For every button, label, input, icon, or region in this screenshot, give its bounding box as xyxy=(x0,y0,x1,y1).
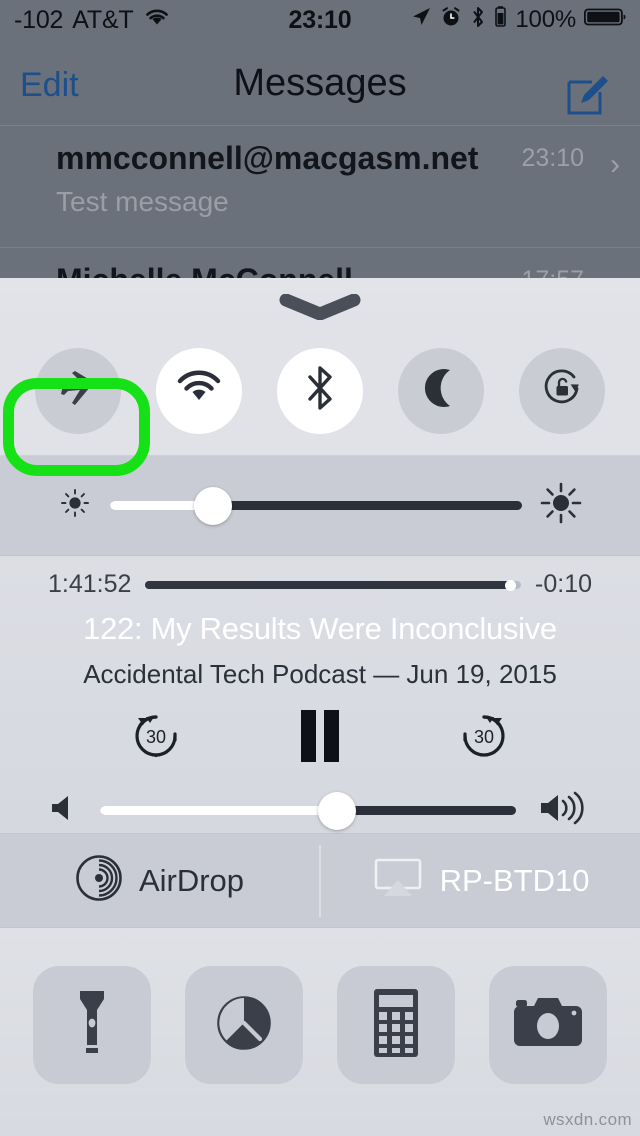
flashlight-icon xyxy=(64,987,120,1064)
airdrop-button[interactable]: AirDrop xyxy=(0,834,319,927)
skip-forward-30-icon[interactable]: 30 xyxy=(454,706,514,771)
table-row[interactable]: mmcconnell@macgasm.net Test message 23:1… xyxy=(0,126,640,248)
status-bar-right: 100% xyxy=(410,5,628,36)
now-playing-title: 122: My Results Were Inconclusive xyxy=(83,611,557,646)
volume-slider-knob[interactable] xyxy=(318,791,357,830)
chevron-right-icon: › xyxy=(610,148,620,181)
flashlight-shortcut[interactable] xyxy=(33,966,151,1084)
airplane-mode-toggle[interactable] xyxy=(35,347,122,434)
transport-controls: 30 30 xyxy=(0,706,640,771)
app-shortcuts-section xyxy=(0,928,640,1136)
playback-progress-fill xyxy=(145,580,510,589)
camera-shortcut[interactable] xyxy=(489,966,607,1084)
volume-slider[interactable] xyxy=(100,791,516,830)
skip-back-label: 30 xyxy=(146,727,166,747)
playback-progress-slider[interactable] xyxy=(145,579,522,591)
do-not-disturb-toggle[interactable] xyxy=(397,347,484,434)
volume-slider-fill xyxy=(100,806,338,815)
background-app-messages: -102 AT&T 23:10 100% Edit Messages mmcco… xyxy=(0,0,640,370)
conversation-sender: mmcconnell@macgasm.net xyxy=(56,140,479,176)
airplay-label: RP-BTD10 xyxy=(439,862,590,898)
pause-icon[interactable] xyxy=(294,707,346,770)
share-section: AirDrop RP-BTD10 xyxy=(0,834,640,928)
timer-icon xyxy=(211,990,277,1061)
phone-screen: -102 AT&T 23:10 100% Edit Messages mmcco… xyxy=(0,0,640,1136)
volume-high-icon xyxy=(538,789,592,832)
volume-low-icon xyxy=(48,791,78,830)
rotation-lock-icon xyxy=(539,365,585,416)
brightness-slider-knob[interactable] xyxy=(194,486,232,525)
airplay-button[interactable]: RP-BTD10 xyxy=(321,834,640,927)
brightness-section xyxy=(0,456,640,556)
compose-icon[interactable] xyxy=(564,70,612,123)
conversation-time: 23:10 xyxy=(521,144,584,172)
skip-back-30-icon[interactable]: 30 xyxy=(126,706,186,771)
toggles-section xyxy=(0,326,640,476)
airdrop-icon xyxy=(75,854,123,907)
conversation-preview: Test message xyxy=(56,186,229,217)
calculator-shortcut[interactable] xyxy=(337,966,455,1084)
bluetooth-battery-icon xyxy=(494,5,507,35)
airplane-icon xyxy=(54,364,102,417)
wifi-toggle[interactable] xyxy=(156,347,243,434)
bluetooth-icon xyxy=(470,5,486,36)
control-center-panel: 1:41:52 -0:10 122: My Results Were Incon… xyxy=(0,278,640,1136)
wifi-icon xyxy=(174,369,224,412)
playback-progress-row: 1:41:52 -0:10 xyxy=(0,556,640,599)
airplay-icon xyxy=(372,856,424,905)
location-arrow-icon xyxy=(410,6,432,35)
brightness-low-icon xyxy=(56,484,94,527)
battery-full-icon xyxy=(583,6,628,35)
skip-forward-label: 30 xyxy=(474,727,494,747)
volume-row xyxy=(0,771,640,832)
rotation-lock-toggle[interactable] xyxy=(518,347,605,434)
watermark: wsxdn.com xyxy=(543,1110,632,1129)
control-center-grabber-area[interactable] xyxy=(0,278,640,326)
playback-progress-knob[interactable] xyxy=(504,579,516,591)
airdrop-label: AirDrop xyxy=(138,862,245,898)
elapsed-time-label: 1:41:52 xyxy=(48,570,132,598)
calculator-icon xyxy=(368,987,424,1064)
media-section: 1:41:52 -0:10 122: My Results Were Incon… xyxy=(0,556,640,834)
bluetooth-icon xyxy=(303,363,337,418)
remaining-time-label: -0:10 xyxy=(535,570,592,598)
camera-icon xyxy=(512,994,584,1057)
bluetooth-toggle[interactable] xyxy=(276,347,363,434)
timer-shortcut[interactable] xyxy=(185,966,303,1084)
moon-icon xyxy=(420,366,462,415)
status-bar: -102 AT&T 23:10 100% xyxy=(0,0,640,40)
messages-navigation-bar: Edit Messages xyxy=(0,40,640,126)
page-title: Messages xyxy=(233,62,407,104)
battery-percent-label: 100% xyxy=(515,6,576,33)
brightness-high-icon xyxy=(538,480,584,531)
chevron-down-grabber-icon[interactable] xyxy=(278,293,362,325)
alarm-clock-icon xyxy=(440,6,462,35)
now-playing-subtitle: Accidental Tech Podcast — Jun 19, 2015 xyxy=(83,659,557,689)
brightness-slider[interactable] xyxy=(110,486,522,525)
